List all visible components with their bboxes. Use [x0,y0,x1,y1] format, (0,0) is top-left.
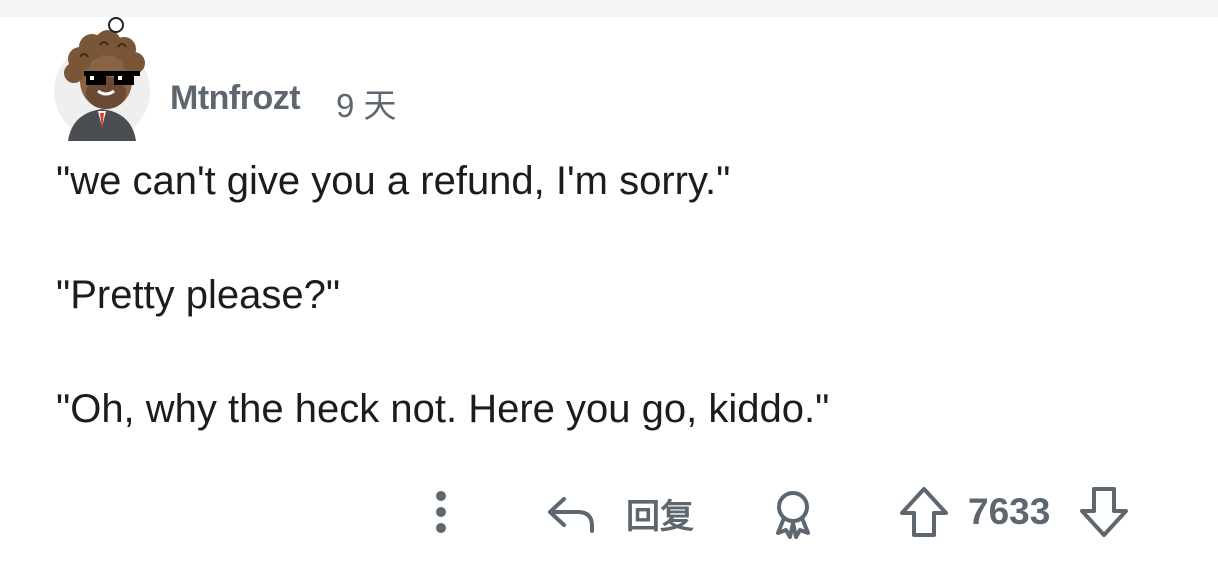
reply-button[interactable]: 回复 [546,489,694,537]
downvote-arrow-icon [1080,487,1128,537]
avatar[interactable] [40,17,156,142]
vote-score: 7633 [968,491,1051,532]
comment: Mtnfrozt 9 天 "we can't give you a refund… [0,17,1218,563]
reply-label: 回复 [626,497,694,536]
comment-header: Mtnfrozt 9 天 [40,17,640,157]
reply-arrow-icon [548,497,594,533]
author-name[interactable]: Mtnfrozt [170,79,301,118]
comment-body: "we can't give you a refund, I'm sorry."… [56,157,1176,499]
upvote-button[interactable] [898,485,950,539]
more-options-button[interactable] [426,487,456,537]
comment-actions: 回复 7633 [0,483,1218,543]
downvote-button[interactable] [1078,485,1130,539]
award-button[interactable] [766,487,820,541]
comment-paragraph: "we can't give you a refund, I'm sorry." [56,159,731,203]
vertical-dots-icon [436,491,446,533]
comment-paragraph: "Pretty please?" [56,273,341,317]
top-strip [0,0,1218,17]
upvote-arrow-icon [900,487,948,537]
avatar-illustration [54,17,150,141]
comment-time: 9 天 [336,87,397,124]
comment-paragraph: "Oh, why the heck not. Here you go, kidd… [56,387,830,431]
award-icon [776,491,810,539]
